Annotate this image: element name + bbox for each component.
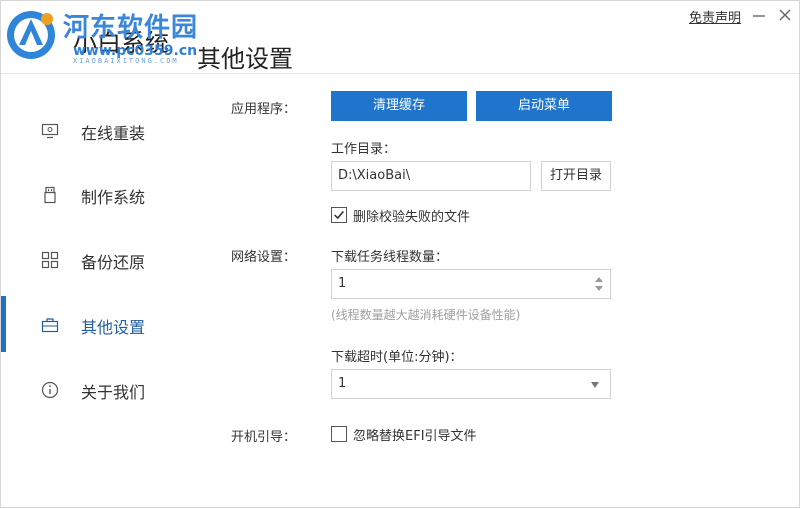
boot-section-label: 开机引导： bbox=[231, 430, 297, 445]
sidebar-item-about-us[interactable]: 关于我们 bbox=[1, 369, 201, 409]
chevron-down-icon[interactable] bbox=[590, 381, 600, 389]
clear-cache-button[interactable]: 清理缓存 bbox=[331, 91, 467, 121]
sidebar-item-make-system[interactable]: 制作系统 bbox=[1, 174, 201, 214]
timeout-value: 1 bbox=[338, 376, 347, 391]
apps-section-label: 应用程序： bbox=[231, 102, 297, 117]
brand-subtitle: XIAOBAIXITONG.COM bbox=[73, 57, 179, 65]
workdir-label: 工作目录： bbox=[331, 142, 397, 157]
sidebar-item-backup-restore[interactable]: 备份还原 bbox=[1, 239, 201, 279]
threads-stepper[interactable]: 1 bbox=[331, 269, 611, 299]
workdir-input[interactable]: D:\XiaoBai\ bbox=[331, 161, 531, 191]
title-bar: 小白系统 河东软件园 www.pc0359.cn XIAOBAIXITONG.C… bbox=[1, 1, 799, 73]
network-section-label: 网络设置： bbox=[231, 250, 297, 265]
timeout-label: 下载超时(单位:分钟)： bbox=[331, 350, 463, 365]
sidebar-item-label: 备份还原 bbox=[81, 253, 146, 272]
boot-menu-button[interactable]: 启动菜单 bbox=[476, 91, 612, 121]
delete-failed-label: 删除校验失败的文件 bbox=[353, 210, 471, 225]
checkbox-checked-icon[interactable] bbox=[331, 207, 347, 223]
spinner-arrows-icon[interactable] bbox=[594, 274, 604, 294]
usb-drive-icon bbox=[44, 186, 56, 204]
disclaimer-link[interactable]: 免责声明 bbox=[689, 7, 741, 26]
sidebar: 在线重装 制作系统 备份还原 其他设置 关于我们 bbox=[1, 74, 201, 507]
threads-value: 1 bbox=[338, 276, 347, 291]
sidebar-item-label: 其他设置 bbox=[81, 318, 146, 337]
minimize-icon[interactable] bbox=[749, 5, 769, 25]
timeout-select[interactable]: 1 bbox=[331, 369, 611, 399]
sidebar-item-other-settings[interactable]: 其他设置 bbox=[1, 304, 201, 344]
delete-failed-checkbox-row[interactable]: 删除校验失败的文件 bbox=[331, 206, 531, 226]
open-directory-button[interactable]: 打开目录 bbox=[541, 161, 611, 191]
threads-hint: (线程数量越大越消耗硬件设备性能) bbox=[331, 308, 521, 322]
logo-icon bbox=[7, 11, 55, 59]
ignore-efi-label: 忽略替换EFI引导文件 bbox=[353, 429, 477, 444]
sidebar-item-label: 在线重装 bbox=[81, 124, 146, 143]
page-title: 其他设置 bbox=[197, 45, 293, 73]
sidebar-item-label: 制作系统 bbox=[81, 188, 146, 207]
sidebar-item-label: 关于我们 bbox=[81, 383, 146, 402]
ignore-efi-checkbox-row[interactable]: 忽略替换EFI引导文件 bbox=[331, 425, 531, 445]
briefcase-icon bbox=[41, 318, 59, 333]
checkbox-unchecked-icon[interactable] bbox=[331, 426, 347, 442]
app-window: 小白系统 河东软件园 www.pc0359.cn XIAOBAIXITONG.C… bbox=[0, 0, 800, 508]
info-icon bbox=[41, 381, 59, 399]
threads-label: 下载任务线程数量： bbox=[331, 250, 449, 265]
sidebar-item-online-reinstall[interactable]: 在线重装 bbox=[1, 110, 201, 150]
watermark-text: 河东软件园 bbox=[63, 13, 199, 43]
close-icon[interactable] bbox=[775, 5, 795, 25]
monitor-icon bbox=[41, 123, 59, 139]
grid-icon bbox=[41, 251, 59, 269]
